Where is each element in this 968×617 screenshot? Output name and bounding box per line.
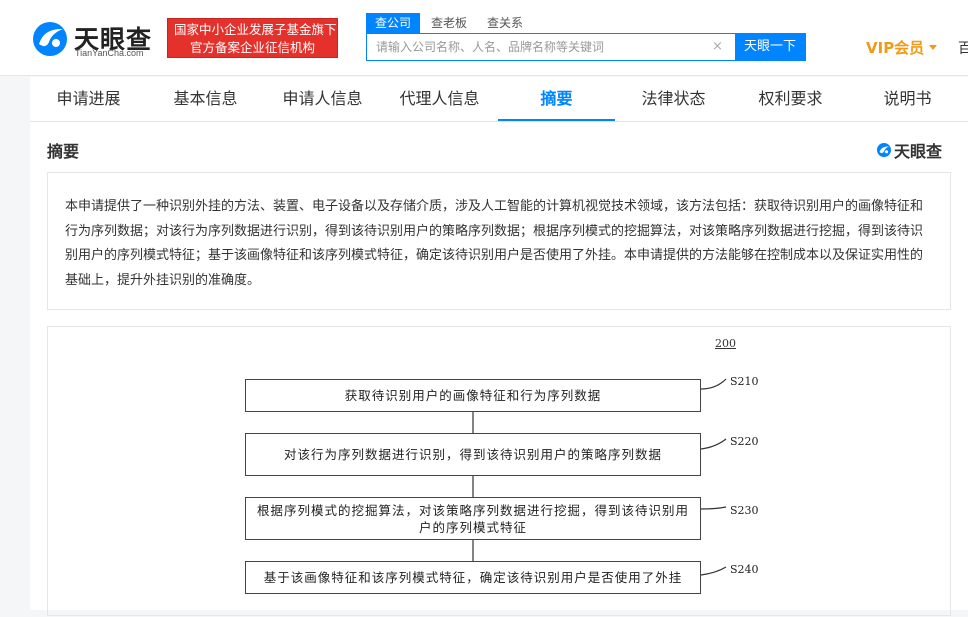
flow-step-label-s230: S230: [730, 504, 759, 517]
search-button[interactable]: 天眼一下: [735, 34, 805, 60]
tab-legal-status[interactable]: 法律状态: [615, 77, 732, 121]
tianyancha-logo[interactable]: 天眼查 TianYanCha.com: [30, 18, 160, 60]
patent-nav-tabs: 申请进展 基本信息 申请人信息 代理人信息 摘要 法律状态 权利要求 说明书: [30, 77, 968, 122]
search-tab-relation[interactable]: 查关系: [478, 13, 532, 33]
header-edge-text[interactable]: 百: [958, 38, 968, 58]
abstract-text: 本申请提供了一种识别外挂的方法、装置、电子设备以及存储介质，涉及人工智能的计算机…: [47, 172, 951, 310]
clear-icon[interactable]: ×: [712, 39, 723, 54]
fund-badge-line2: 官方备案企业征信机构: [189, 40, 315, 55]
vip-member-menu[interactable]: VIP会员: [866, 37, 938, 58]
search-tabs: 查公司 查老板 查关系: [366, 13, 534, 33]
section-title: 摘要: [47, 142, 80, 161]
abstract-figure: 200 获取待识别用户的画像特征和行为序列数据 S210 对该行为序列数据进行识…: [47, 326, 951, 616]
flow-step-s240: 基于该画像特征和该序列模式特征，确定该待识别用户是否使用了外挂: [245, 561, 701, 594]
caret-down-icon: [929, 45, 938, 50]
tab-applicant-info[interactable]: 申请人信息: [264, 77, 381, 121]
tab-claims[interactable]: 权利要求: [732, 77, 849, 121]
logo-domain: TianYanCha.com: [75, 48, 144, 58]
logo-mark-icon: [33, 22, 67, 56]
vip-label: VIP会员: [866, 39, 925, 57]
watermark-text: 天眼查: [894, 142, 943, 161]
search-box: × 天眼一下: [366, 33, 806, 61]
search-tab-boss[interactable]: 查老板: [422, 13, 476, 33]
abstract-panel: 摘要 天眼查 本申请提供了一种识别外挂的方法、装置、电子设备以及存储介质，涉及人…: [30, 122, 968, 616]
flow-step-s220: 对该行为序列数据进行识别，得到该待识别用户的策略序列数据: [245, 433, 701, 476]
flow-step-s210: 获取待识别用户的画像特征和行为序列数据: [245, 379, 701, 412]
tab-basic-info[interactable]: 基本信息: [147, 77, 264, 121]
tab-description[interactable]: 说明书: [849, 77, 966, 121]
watermark-logo-icon: [877, 143, 891, 157]
figure-label: 200: [715, 337, 736, 350]
tab-agent-info[interactable]: 代理人信息: [381, 77, 498, 121]
fund-badge[interactable]: 国家中小企业发展子基金旗下 官方备案企业征信机构: [167, 18, 338, 58]
fund-badge-line1: 国家中小企业发展子基金旗下: [174, 22, 337, 37]
search-input[interactable]: [367, 34, 735, 60]
tab-application-progress[interactable]: 申请进展: [30, 77, 147, 121]
top-header: 天眼查 TianYanCha.com 国家中小企业发展子基金旗下 官方备案企业征…: [0, 0, 968, 76]
search-tab-company[interactable]: 查公司: [366, 13, 421, 33]
flow-step-label-s210: S210: [730, 375, 759, 388]
flow-step-label-s240: S240: [730, 563, 759, 576]
tab-abstract[interactable]: 摘要: [498, 77, 615, 121]
tianyancha-watermark: 天眼查: [876, 138, 942, 162]
flow-step-s230: 根据序列模式的挖掘算法，对该策略序列数据进行挖掘，得到该待识别用户的序列模式特征: [245, 497, 701, 540]
flow-step-label-s220: S220: [730, 435, 759, 448]
